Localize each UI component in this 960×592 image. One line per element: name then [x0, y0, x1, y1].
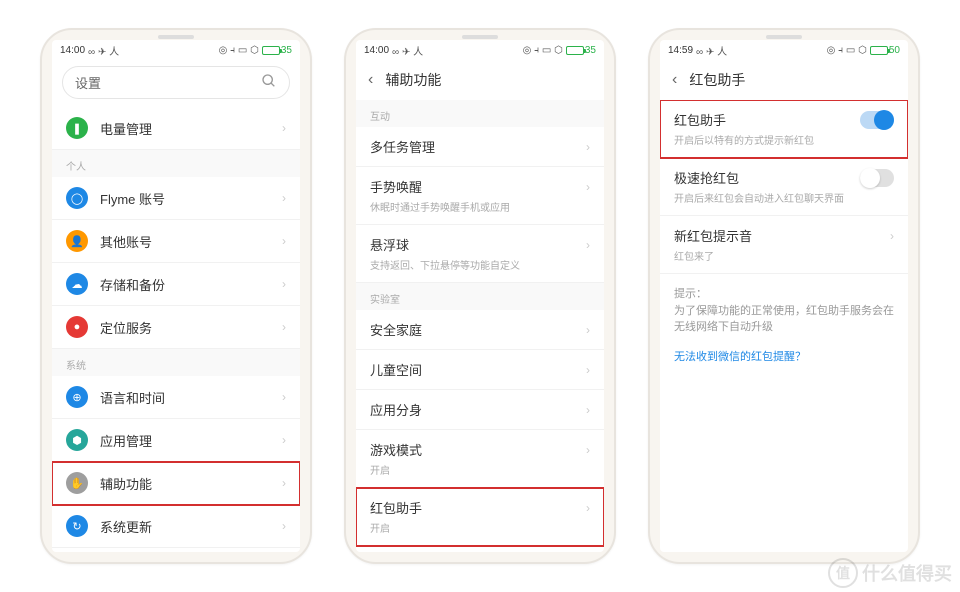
item-multitask[interactable]: 多任务管理› [356, 127, 604, 167]
item-kids[interactable]: 儿童空间› [356, 350, 604, 390]
item-flyme[interactable]: ◯ Flyme 账号› [52, 177, 300, 220]
page-title: 红包助手 [689, 70, 745, 90]
item-update[interactable]: ↻ 系统更新› [52, 505, 300, 548]
phone-2: 14:00∞ ✈ 人 ◎ ⫞ ▭ ⬡ 35 ‹ 辅助功能 互动 多任务管理› 手… [344, 28, 616, 564]
watermark: 值 什么值得买 [828, 558, 952, 588]
help-link[interactable]: 无法收到微信的红包提醒？ [660, 348, 908, 364]
status-bar: 14:00∞ ✈ 人 ◎ ⫞ ▭ ⬡ 35 [356, 40, 604, 60]
section-personal: 个人 [52, 150, 300, 177]
update-icon: ↻ [66, 515, 88, 537]
tip-text: 提示： 为了保障功能的正常使用，红包助手服务会在无线网络下自动升级 [660, 274, 908, 348]
toggle-off[interactable] [860, 169, 894, 187]
toggle-on[interactable] [860, 111, 894, 129]
item-other-account[interactable]: 👤 其他账号› [52, 220, 300, 263]
item-clone[interactable]: 应用分身› [356, 390, 604, 430]
section-system: 系统 [52, 349, 300, 376]
status-bar: 14:00∞ ✈ 人 ◎ ⫞ ▭ ⬡ 35 [52, 40, 300, 60]
back-icon[interactable]: ‹ [672, 71, 677, 89]
item-power[interactable]: ❚ 电量管理› [52, 107, 300, 150]
section-lab: 实验室 [356, 283, 604, 310]
item-game[interactable]: 游戏模式› 开启 [356, 430, 604, 488]
item-apps[interactable]: ⬢ 应用管理› [52, 419, 300, 462]
item-gesture[interactable]: 手势唤醒› 休眠时通过手势唤醒手机或应用 [356, 167, 604, 225]
item-float[interactable]: 悬浮球› 支持返回、下拉悬停等功能自定义 [356, 225, 604, 283]
person-icon: 👤 [66, 230, 88, 252]
globe-icon: ⊕ [66, 386, 88, 408]
page-title: 辅助功能 [385, 70, 441, 90]
battery-icon: ❚ [66, 117, 88, 139]
item-family[interactable]: 安全家庭› [356, 310, 604, 350]
phone-1: 14:00∞ ✈ 人 ◎ ⫞ ▭ ⬡ 35 设置 ❚ 电量管理› 个人 ◯ Fl… [40, 28, 312, 564]
phone-3: 14:59∞ ✈ 人 ◎ ⫞ ▭ ⬡ 50 ‹ 红包助手 红包助手 开启后以特有… [648, 28, 920, 564]
item-storage[interactable]: ☁ 存储和备份› [52, 263, 300, 306]
settings-search[interactable]: 设置 [62, 66, 290, 99]
status-bar: 14:59∞ ✈ 人 ◎ ⫞ ▭ ⬡ 50 [660, 40, 908, 60]
item-location[interactable]: ● 定位服务› [52, 306, 300, 349]
search-icon [261, 73, 277, 92]
page-header: ‹ 红包助手 [660, 60, 908, 100]
hand-icon: ✋ [66, 472, 88, 494]
item-fast-toggle[interactable]: 极速抢红包 开启后来红包会自动进入红包聊天界面 [660, 158, 908, 216]
chevron-right-icon: › [282, 121, 286, 135]
item-flyme-classic[interactable]: Flyme 经典模式 [356, 546, 604, 552]
item-redpacket[interactable]: 红包助手› 开启 [356, 488, 604, 546]
apps-icon: ⬢ [66, 429, 88, 451]
item-about[interactable]: i 关于手机› [52, 548, 300, 552]
flyme-icon: ◯ [66, 187, 88, 209]
item-sound[interactable]: 新红包提示音› 红包来了 [660, 216, 908, 274]
section-interact: 互动 [356, 100, 604, 127]
location-icon: ● [66, 316, 88, 338]
page-header: ‹ 辅助功能 [356, 60, 604, 100]
cloud-icon: ☁ [66, 273, 88, 295]
item-helper-toggle[interactable]: 红包助手 开启后以特有的方式提示新红包 [660, 100, 908, 158]
item-language[interactable]: ⊕ 语言和时间› [52, 376, 300, 419]
back-icon[interactable]: ‹ [368, 71, 373, 89]
item-accessibility[interactable]: ✋ 辅助功能› [52, 462, 300, 505]
